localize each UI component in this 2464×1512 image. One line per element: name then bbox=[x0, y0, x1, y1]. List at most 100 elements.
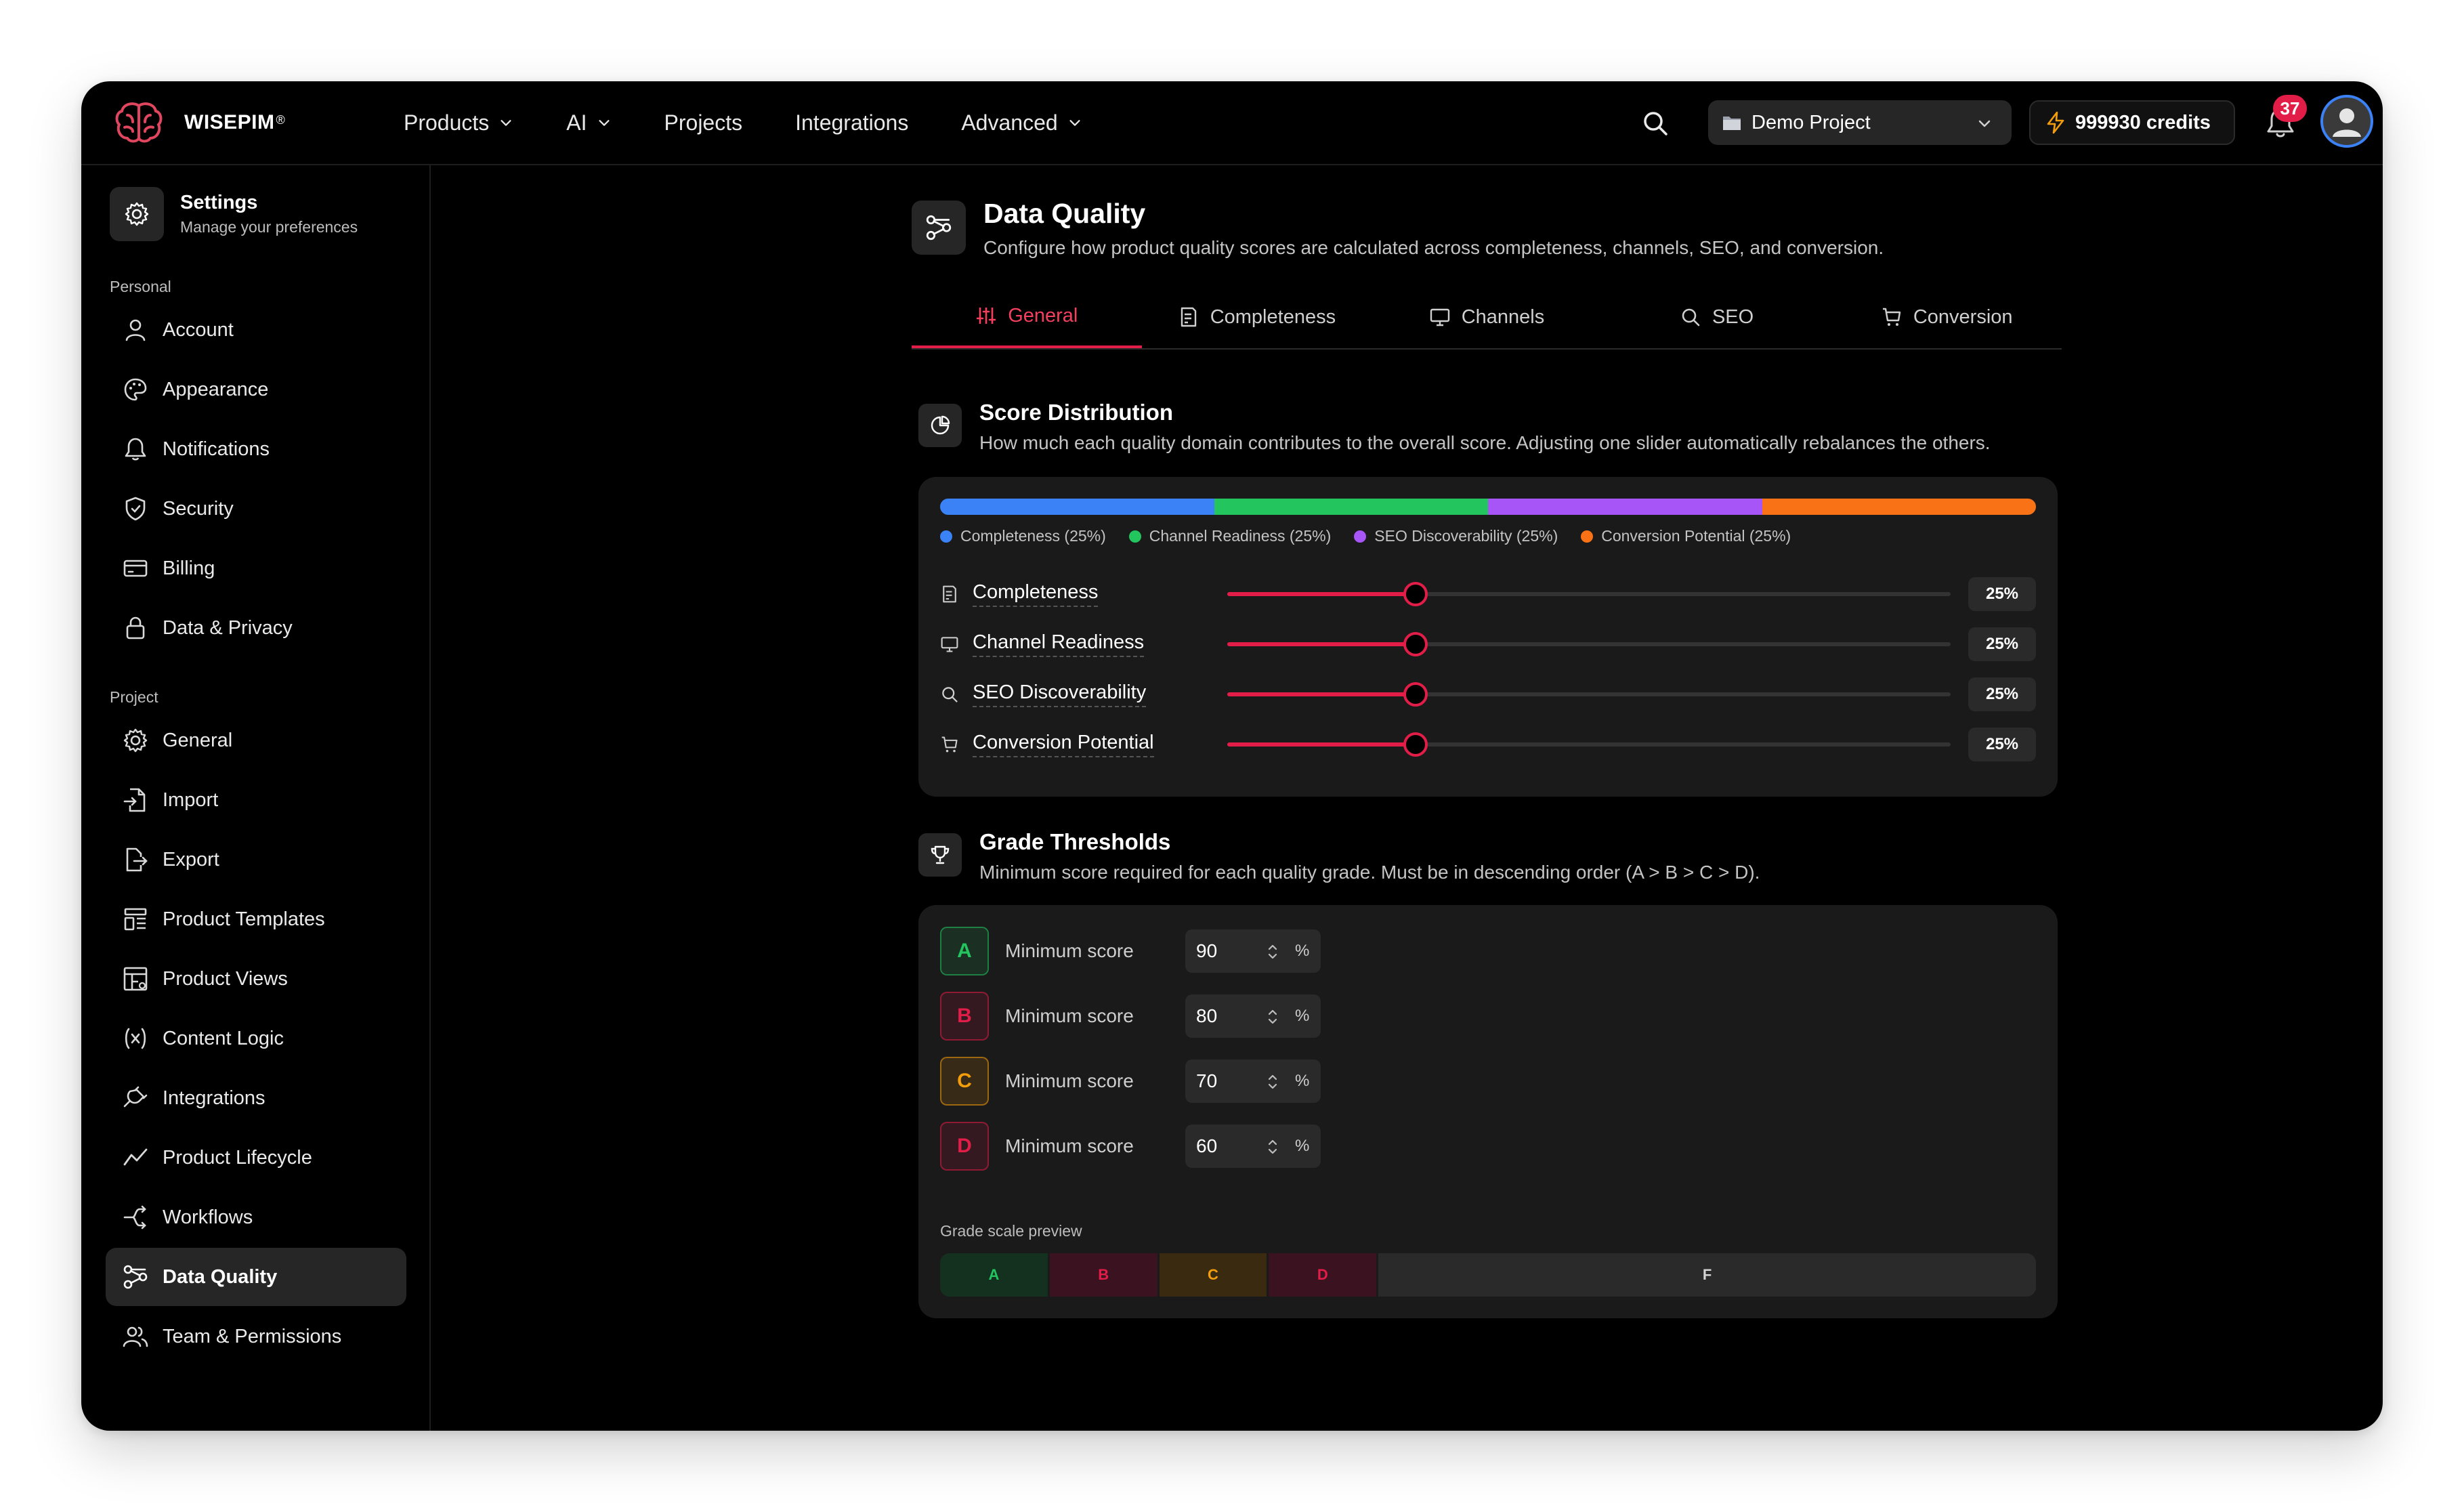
slider-thumb[interactable] bbox=[1403, 682, 1428, 707]
grade-thresholds-card: A Minimum score 90% B Minimum score 80% C Minim… bbox=[918, 905, 2058, 1318]
tab-general[interactable]: General bbox=[912, 286, 1142, 348]
sidebar-item-export[interactable]: Export bbox=[106, 831, 406, 889]
sidebar-item-content-logic[interactable]: Content Logic bbox=[106, 1009, 406, 1068]
grade-thresholds-title: Grade Thresholds bbox=[979, 829, 1171, 854]
slider-track[interactable] bbox=[1227, 632, 1951, 656]
search-icon[interactable] bbox=[1639, 107, 1672, 140]
nav-advanced[interactable]: Advanced bbox=[961, 110, 1082, 135]
stepper-icon[interactable] bbox=[1265, 1137, 1280, 1157]
main-nav: Products AI Projects Integrations Advanc… bbox=[404, 81, 1135, 164]
slider-label-text: Conversion Potential bbox=[973, 732, 1154, 757]
stepper-icon[interactable] bbox=[1265, 1072, 1280, 1092]
minimum-score-label: Minimum score bbox=[1005, 1135, 1134, 1156]
sidebar-item-product-templates[interactable]: Product Templates bbox=[106, 890, 406, 948]
tab-label: Conversion bbox=[1913, 306, 2013, 328]
section-label-project: Project bbox=[110, 688, 158, 706]
stepper-icon[interactable] bbox=[1265, 942, 1280, 962]
tab-label: SEO bbox=[1712, 306, 1754, 328]
sidebar-item-billing[interactable]: Billing bbox=[106, 539, 406, 597]
variable-icon bbox=[125, 1028, 146, 1049]
legend-label: Channel Readiness (25%) bbox=[1149, 527, 1332, 545]
minimum-score-input[interactable]: 80% bbox=[1185, 994, 1321, 1038]
grade-letter-badge: A bbox=[940, 927, 989, 975]
trophy-icon bbox=[931, 845, 950, 864]
project-selector-label: Demo Project bbox=[1751, 111, 1871, 133]
cart-icon bbox=[1882, 308, 1901, 326]
slider-thumb[interactable] bbox=[1403, 732, 1428, 757]
user-icon bbox=[125, 319, 146, 341]
sidebar-item-data-quality[interactable]: Data Quality bbox=[106, 1248, 406, 1306]
nav-ai[interactable]: AI bbox=[566, 110, 611, 135]
weight-slider-row: SEO Discoverability 25% bbox=[940, 677, 2036, 711]
nav-projects[interactable]: Projects bbox=[664, 110, 743, 135]
sidebar-item-label: Export bbox=[163, 848, 219, 870]
sidebar-item-label: Security bbox=[163, 497, 234, 520]
page-icon-box bbox=[912, 201, 966, 255]
user-avatar[interactable] bbox=[2320, 95, 2373, 148]
sidebar-item-team-permissions[interactable]: Team & Permissions bbox=[106, 1307, 406, 1366]
slider-track[interactable] bbox=[1227, 682, 1951, 707]
gear-icon bbox=[125, 202, 149, 226]
workflow-icon bbox=[123, 1205, 146, 1230]
sidebar-item-product-views[interactable]: Product Views bbox=[106, 950, 406, 1008]
slider-thumb[interactable] bbox=[1403, 632, 1428, 656]
grade-threshold-row: B Minimum score 80% bbox=[940, 992, 1346, 1042]
minimum-score-label: Minimum score bbox=[1005, 940, 1134, 961]
slider-label: Channel Readiness bbox=[940, 631, 1145, 657]
sidebar-item-integrations[interactable]: Integrations bbox=[106, 1069, 406, 1127]
shield-icon bbox=[125, 497, 146, 521]
project-selector[interactable]: Demo Project bbox=[1708, 100, 2012, 145]
tab-conversion[interactable]: Conversion bbox=[1831, 286, 2062, 348]
grade-scale-segment: D bbox=[1269, 1253, 1379, 1297]
tab-channels[interactable]: Channels bbox=[1372, 286, 1602, 348]
sidebar-item-notifications[interactable]: Notifications bbox=[106, 420, 406, 478]
sidebar-item-appearance[interactable]: Appearance bbox=[106, 360, 406, 419]
nav-integrations[interactable]: Integrations bbox=[795, 110, 908, 135]
minimum-score-input[interactable]: 60% bbox=[1185, 1125, 1321, 1168]
users-icon bbox=[123, 1326, 148, 1347]
slider-fill bbox=[1227, 592, 1416, 596]
sidebar-item-account[interactable]: Account bbox=[106, 301, 406, 359]
credits-button[interactable]: 999930 credits bbox=[2029, 100, 2235, 145]
sidebar-item-label: Import bbox=[163, 789, 219, 811]
sidebar-item-product-lifecycle[interactable]: Product Lifecycle bbox=[106, 1129, 406, 1187]
chevron-down-icon bbox=[1978, 120, 1991, 127]
tab-seo[interactable]: SEO bbox=[1602, 286, 1832, 348]
minimum-score-input[interactable]: 90% bbox=[1185, 929, 1321, 973]
sidebar-item-general[interactable]: General bbox=[106, 711, 406, 770]
sidebar-item-data-privacy[interactable]: Data & Privacy bbox=[106, 599, 406, 657]
sidebar-item-workflows[interactable]: Workflows bbox=[106, 1188, 406, 1246]
grade-scale-segment: B bbox=[1049, 1253, 1160, 1297]
logo[interactable]: WISEPIM ® bbox=[114, 100, 285, 145]
nav-products[interactable]: Products bbox=[404, 110, 513, 135]
sidebar-item-label: General bbox=[163, 729, 233, 751]
tab-completeness[interactable]: Completeness bbox=[1142, 286, 1372, 348]
pie-chart-icon bbox=[931, 415, 950, 435]
monitor-icon bbox=[1430, 308, 1449, 327]
percent-unit: % bbox=[1295, 1007, 1310, 1025]
legend-item: Completeness (25%) bbox=[940, 527, 1106, 545]
minimum-score-label: Minimum score bbox=[1005, 1005, 1134, 1026]
sidebar-item-label: Account bbox=[163, 318, 234, 341]
minimum-score-input[interactable]: 70% bbox=[1185, 1059, 1321, 1103]
score-distribution-icon-box bbox=[918, 404, 962, 447]
chevron-down-icon bbox=[598, 120, 610, 126]
score-distribution-description: How much each quality domain contributes… bbox=[979, 432, 1991, 453]
slider-track[interactable] bbox=[1227, 732, 1951, 757]
credits-label: 999930 credits bbox=[2075, 111, 2211, 133]
chevron-down-icon bbox=[1069, 120, 1080, 126]
slider-thumb[interactable] bbox=[1403, 582, 1428, 606]
checklist-icon bbox=[943, 585, 956, 603]
main-content: Data Quality Configure how product quali… bbox=[431, 165, 2383, 1431]
slider-track[interactable] bbox=[1227, 582, 1951, 606]
section-label-personal: Personal bbox=[110, 278, 171, 295]
stepper-icon[interactable] bbox=[1265, 1007, 1280, 1027]
sidebar-item-import[interactable]: Import bbox=[106, 771, 406, 829]
brand-registered-mark: ® bbox=[276, 112, 285, 127]
sliders-icon bbox=[976, 308, 996, 324]
distribution-bar bbox=[940, 499, 2036, 515]
legend-label: SEO Discoverability (25%) bbox=[1374, 527, 1558, 545]
minimum-score-value: 80 bbox=[1196, 1005, 1218, 1026]
sidebar-item-security[interactable]: Security bbox=[106, 480, 406, 538]
minimum-score-value: 70 bbox=[1196, 1070, 1218, 1091]
